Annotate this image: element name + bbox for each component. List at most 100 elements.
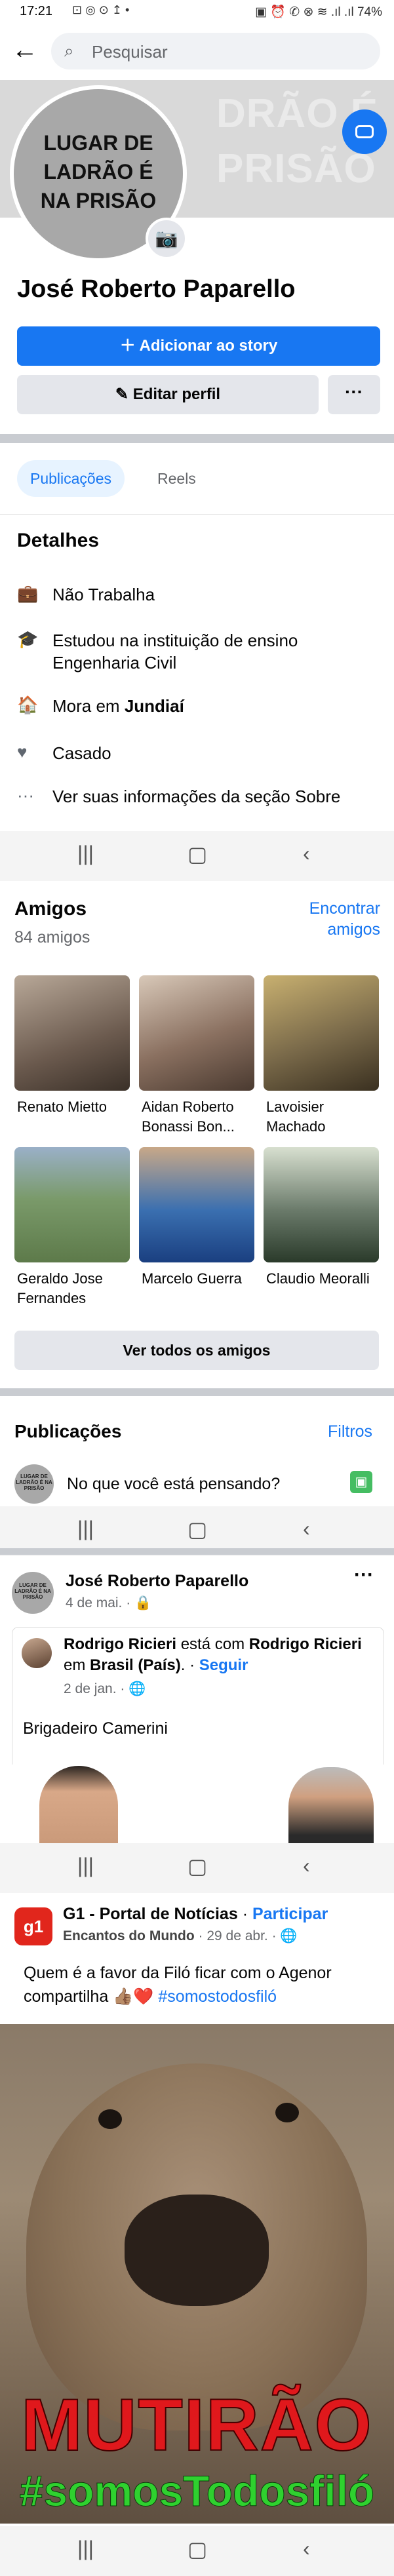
back-icon[interactable]: ‹ [303,2537,310,2561]
home-button-icon[interactable]: ▢ [187,842,207,867]
recent-apps-icon[interactable]: ||| [77,2537,94,2561]
filters-link[interactable]: Filtros [328,1422,372,1441]
friend-name[interactable]: Marcelo Guerra [142,1269,260,1289]
capybara-eye-right [275,2103,299,2122]
image-caption-hashtag: #somosTodosfiló [19,2467,375,2516]
group-title-dot: · [237,1905,252,1923]
edit-profile-label: Editar perfil [132,385,221,403]
shared-post-date: 2 de jan. · 🌐 [64,1681,146,1697]
friend-name[interactable]: Lavoisier Machado [266,1097,384,1137]
post-author-avatar[interactable]: LUGAR DE LADRÃO É NA PRISÃO [12,1572,54,1614]
friend-name[interactable]: Aidan Roberto Bonassi Bon... [142,1097,260,1137]
g1-logo-icon[interactable]: g1 [14,1907,52,1945]
post-date: 4 de mai. · 🔒 [66,1595,151,1611]
more-options-button[interactable]: ··· [328,375,380,414]
shared-author-name[interactable]: Rodrigo Ricieri [64,1635,176,1653]
android-nav-bar: ||| ▢ ‹ [0,2526,394,2576]
friends-title: Amigos [14,898,87,920]
section-divider [0,1548,394,1555]
home-button-icon[interactable]: ▢ [187,1517,207,1542]
group-post-sub: Encantos do Mundo · 29 de abr. · 🌐 [63,1928,298,1944]
tab-publicacoes[interactable]: Publicações [17,460,125,497]
friend-photo-marcelo[interactable] [139,1147,254,1262]
photo-icon[interactable]: ▣ [350,1471,372,1493]
home-button-icon[interactable]: ▢ [187,2537,207,2562]
post-image-strip[interactable] [0,1765,394,1843]
home-button-icon[interactable]: ▢ [187,1854,207,1879]
shared-author-avatar[interactable] [22,1638,52,1668]
shared-place[interactable]: Brasil (País) [90,1656,181,1674]
globe-icon: 🌐 [280,1928,298,1943]
back-icon[interactable]: ‹ [303,1517,310,1541]
search-bar[interactable]: ⌕ Pesquisar [51,33,380,69]
hashtag-link[interactable]: #somostodosfiló [153,1987,277,2006]
top-bar: ← ⌕ Pesquisar [0,24,394,80]
battery-level: 74% [357,5,382,19]
find-friends-link[interactable]: Encontrar amigos [288,898,380,940]
group-post: g1 G1 - Portal de Notícias · Participar … [0,1893,394,2024]
shared-with-text: está com [176,1635,249,1653]
system-status-icons: ▣ ⏰ ✆ ⊗ ≋ .ıl .ıl [255,5,354,19]
friend-photo-aidan[interactable] [139,975,254,1091]
friends-count: 84 amigos [14,928,90,946]
see-all-friends-button[interactable]: Ver todos os amigos [14,1331,379,1370]
friend-photo-geraldo[interactable] [14,1147,130,1262]
back-icon[interactable]: ‹ [303,842,310,866]
add-to-story-button[interactable]: ＋ Adicionar ao story [17,326,380,366]
friend-name[interactable]: Geraldo Jose Fernandes [17,1269,135,1308]
messenger-button[interactable] [342,109,387,154]
friend-name[interactable]: Claudio Meoralli [266,1269,384,1289]
arrow-left-icon[interactable]: ← [12,37,38,63]
details-title: Detalhes [17,530,100,551]
group-post-body-line1: Quem é a favor da Filó ficar com o Ageno… [24,1964,332,1982]
group-page-name[interactable]: G1 - Portal de Notícias [63,1905,238,1923]
search-icon: ⌕ [64,41,74,60]
post-image-person-left [39,1766,118,1843]
detail-location-city[interactable]: Jundiaí [125,696,184,716]
detail-location-prefix: Mora em [52,696,125,716]
search-placeholder: Pesquisar [92,42,168,62]
group-name[interactable]: Encantos do Mundo [63,1928,195,1943]
tab-reels[interactable]: Reels [157,460,196,497]
group-post-emoji: 👍🏽❤️ [113,1987,154,2006]
friend-name[interactable]: Renato Mietto [17,1097,135,1117]
join-button[interactable]: Participar [252,1905,328,1923]
follow-button[interactable]: Seguir [199,1656,248,1674]
section-divider [0,434,394,443]
avatar-text: LUGAR DE LADRÃO É NA PRISÃO [40,131,157,212]
shared-in-text: em [64,1656,90,1674]
post-author-name[interactable]: José Roberto Paparello [66,1572,248,1591]
camera-icon[interactable]: 📷 [146,218,187,260]
status-bar: 17:21 ⊡ ◎ ⊙ ↥ • ▣ ⏰ ✆ ⊗ ≋ .ıl .ıl 74% [0,0,394,24]
friend-photo-claudio[interactable] [264,1147,379,1262]
home-icon: 🏠 [17,695,39,714]
profile-tabs: Publicações Reels [0,447,394,513]
friend-photo-renato[interactable] [14,975,130,1091]
detail-relationship-text: Casado [52,743,111,763]
edit-profile-button[interactable]: ✎ Editar perfil [17,375,319,414]
post-options-icon[interactable]: ··· [354,1564,374,1586]
image-caption-mutirao: MUTIRÃO [20,2384,373,2466]
notification-icons: ⊡ ◎ ⊙ ↥ • [72,3,130,16]
heart-icon: ♥ [17,742,28,762]
group-post-title: G1 - Portal de Notícias · Participar [63,1905,328,1924]
friend-photo-lavoisier[interactable] [264,975,379,1091]
back-icon[interactable]: ‹ [303,1854,310,1878]
recent-apps-icon[interactable]: ||| [77,1517,94,1541]
system-icons: ▣ ⏰ ✆ ⊗ ≋ .ıl .ıl 74% [255,4,382,20]
composer-avatar[interactable]: LUGAR DE LADRÃO É NA PRISÃO [14,1464,54,1504]
shared-post-date-text: 2 de jan. · [64,1681,125,1696]
recent-apps-icon[interactable]: ||| [77,842,94,866]
pencil-icon: ✎ [115,385,129,403]
graduation-cap-icon: 🎓 [17,629,39,649]
section-divider [0,1388,394,1396]
group-post-date: · 29 de abr. · [194,1928,277,1943]
shared-with-name[interactable]: Rodrigo Ricieri [249,1635,362,1653]
add-to-story-label: Adicionar ao story [139,337,278,355]
detail-location-text: Mora em Jundiaí [52,695,380,717]
globe-icon: 🌐 [128,1681,146,1696]
recent-apps-icon[interactable]: ||| [77,1854,94,1878]
composer-input[interactable]: No que você está pensando? [67,1475,280,1494]
divider [0,514,394,515]
android-nav-bar: ||| ▢ ‹ [0,831,394,881]
